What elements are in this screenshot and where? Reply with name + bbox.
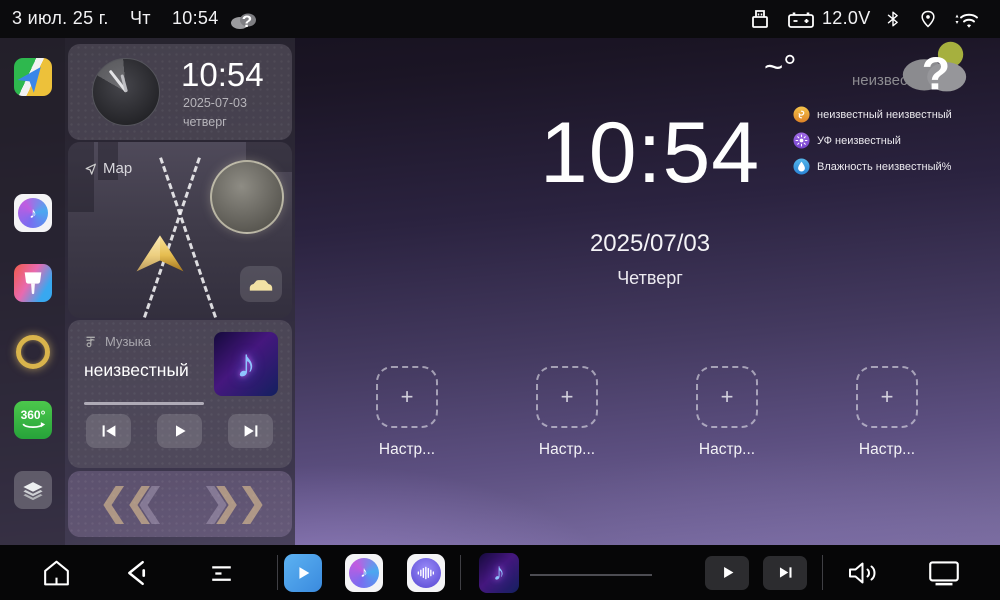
home-button[interactable] <box>40 556 73 590</box>
car-icon <box>247 275 275 294</box>
weather-detail-label: неизвестный неизвестный <box>817 109 952 121</box>
left-widget-panel: ♪ 360° <box>0 38 295 545</box>
weather-detail-label: УФ неизвестный <box>817 135 901 147</box>
volume-button[interactable] <box>845 557 881 589</box>
sidebar-item-theme[interactable] <box>14 264 52 302</box>
display-off-button[interactable] <box>926 557 962 589</box>
wifi-icon <box>952 8 980 32</box>
theme-app-icon <box>14 264 52 302</box>
back-button[interactable] <box>120 556 153 590</box>
music-dock-app[interactable]: ♪ <box>345 554 383 592</box>
music-app-icon: ♪ <box>345 554 383 592</box>
sidebar-item-360[interactable]: 360° <box>14 401 52 439</box>
status-voltage: 12.0V <box>822 8 871 29</box>
clock-widget[interactable]: 10:54 2025-07-03 четверг <box>68 44 292 140</box>
wind-icon <box>793 106 810 123</box>
svg-text:?: ? <box>242 12 252 31</box>
sidebar-item-navigation[interactable] <box>14 58 52 96</box>
music-widget[interactable]: Музыка неизвестный ♪ <box>68 320 292 468</box>
status-weekday: Чт <box>130 8 151 29</box>
play-button[interactable] <box>157 414 202 448</box>
status-time: 10:54 <box>172 8 219 29</box>
map-building <box>68 142 94 212</box>
surround-360-label: 360° <box>21 409 46 422</box>
treble-clef-glyph: ♪ <box>236 342 256 387</box>
plus-icon: + <box>856 366 918 428</box>
sidebar-item-layers[interactable] <box>14 471 52 509</box>
usb-icon <box>748 7 772 31</box>
location-icon <box>918 7 938 31</box>
map-compass <box>210 160 284 234</box>
layers-app-icon <box>14 471 52 509</box>
plus-icon: + <box>696 366 758 428</box>
album-art: ♪ <box>479 553 519 593</box>
widget-clock-time: 10:54 <box>181 56 264 94</box>
weather-cloud-question-icon: ? <box>896 36 972 104</box>
dock-separator <box>460 555 461 590</box>
car-mode-button[interactable] <box>240 266 282 302</box>
next-button[interactable] <box>228 414 273 448</box>
main-clock-date: 2025/07/03 <box>350 230 950 258</box>
dock-progress-bar[interactable] <box>530 574 652 576</box>
map-widget[interactable]: Map <box>68 142 292 318</box>
dock-separator <box>822 555 823 590</box>
music-widget-label: Музыка <box>105 334 151 349</box>
dock-separator <box>277 555 278 590</box>
weather-detail-row: неизвестный неизвестный <box>793 106 952 123</box>
dock-play-button[interactable] <box>705 556 749 590</box>
add-widget-placeholder[interactable]: + Настр... <box>662 366 792 459</box>
music-progress-bar <box>84 402 204 405</box>
weather-unknown-icon: ? <box>228 6 260 32</box>
voice-dock-app[interactable] <box>407 554 445 592</box>
treble-clef-glyph: ♪ <box>493 559 505 587</box>
bluetooth-icon <box>884 7 902 31</box>
status-date: 3 июл. 25 г. <box>12 8 109 29</box>
status-bar: 3 июл. 25 г. Чт 10:54 ? 12.0V <box>0 0 1000 38</box>
weather-detail-label: Влажность неизвестный% <box>817 161 951 173</box>
map-cursor-icon <box>84 162 98 176</box>
add-widget-placeholder[interactable]: + Настр... <box>822 366 952 459</box>
previous-button[interactable] <box>86 414 131 448</box>
chevron-right-icon: ❯❯ <box>210 477 262 529</box>
map-widget-label: Map <box>103 160 132 177</box>
car-battery-icon <box>786 7 816 31</box>
music-app-icon: ♪ <box>14 194 52 232</box>
media-play-app[interactable] <box>284 554 322 592</box>
add-widget-placeholder[interactable]: + Настр... <box>502 366 632 459</box>
ring-app-icon <box>16 335 50 369</box>
plus-icon: + <box>536 366 598 428</box>
voice-app-icon <box>407 554 445 592</box>
album-art: ♪ <box>214 332 278 396</box>
play-app-icon <box>284 554 322 592</box>
svg-text:?: ? <box>922 47 951 99</box>
playlist-icon <box>84 334 99 349</box>
chevron-left-icon: ❮ <box>134 477 160 529</box>
swipe-arrows-widget[interactable]: ❮❮ ❮ ❯ ❯❯ <box>68 471 292 537</box>
main-clock-weekday: Четверг <box>350 268 950 289</box>
weather-detail-row: Влажность неизвестный% <box>793 158 951 175</box>
sidebar-item-music[interactable]: ♪ <box>14 194 52 232</box>
bottom-dock: ♪ ♪ <box>0 545 1000 600</box>
recent-apps-button[interactable] <box>205 556 238 590</box>
add-widget-placeholder[interactable]: + Настр... <box>342 366 472 459</box>
weather-temperature: ~° <box>764 48 796 86</box>
navigation-arrow <box>130 232 190 278</box>
widget-clock-weekday: четверг <box>183 115 227 129</box>
navigation-app-icon <box>14 58 52 96</box>
dock-next-button[interactable] <box>763 556 807 590</box>
sidebar-item-ring[interactable] <box>14 333 52 371</box>
widget-clock-date: 2025-07-03 <box>183 96 247 110</box>
uv-icon <box>793 132 810 149</box>
music-track-title: неизвестный <box>84 360 189 381</box>
placeholder-label: Настр... <box>822 441 952 459</box>
weather-detail-row: УФ неизвестный <box>793 132 901 149</box>
now-playing-art[interactable]: ♪ <box>479 553 519 593</box>
plus-icon: + <box>376 366 438 428</box>
placeholder-label: Настр... <box>502 441 632 459</box>
humidity-icon <box>793 158 810 175</box>
placeholder-label: Настр... <box>342 441 472 459</box>
surround-360-app-icon: 360° <box>14 401 52 439</box>
placeholder-label: Настр... <box>662 441 792 459</box>
analog-clock <box>92 58 160 126</box>
